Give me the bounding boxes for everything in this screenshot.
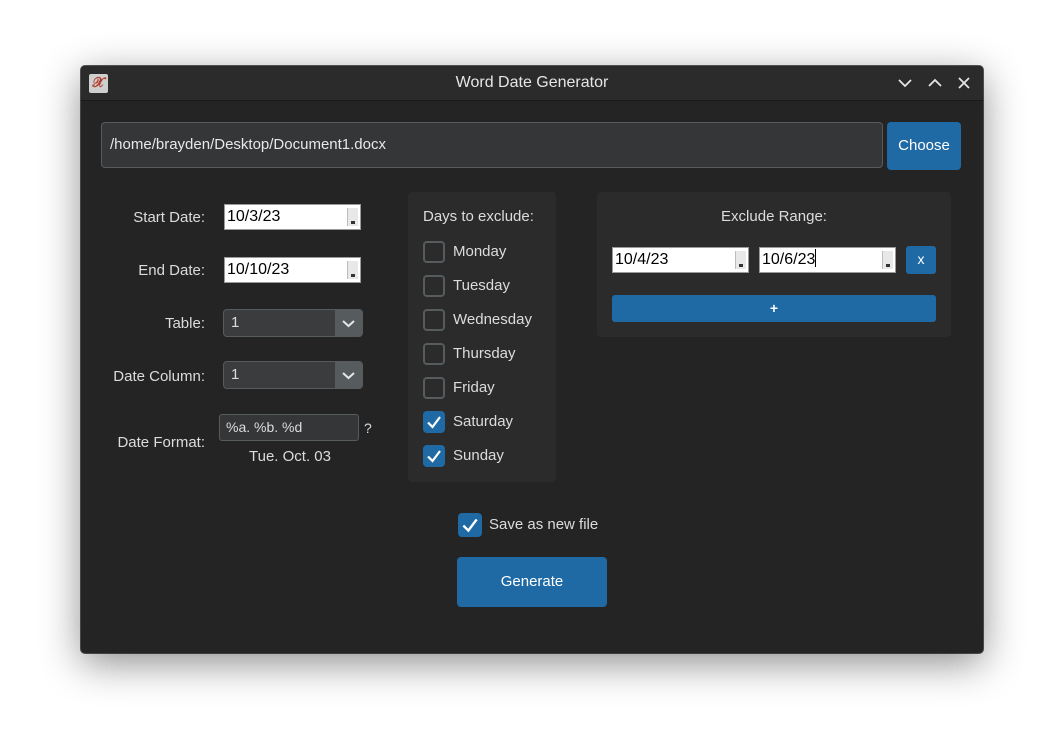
chevron-down-icon [898, 79, 912, 88]
file-path-input[interactable]: /home/brayden/Desktop/Document1.docx [101, 122, 883, 168]
check-icon [462, 518, 478, 533]
text-cursor [815, 249, 817, 267]
table-select-value: 1 [231, 314, 240, 331]
range-from-picker[interactable]: 10/4/23 [612, 247, 749, 273]
day-label: Sunday [453, 447, 504, 464]
chevron-down-icon[interactable] [335, 310, 362, 336]
days-to-exclude-title: Days to exclude: [423, 208, 534, 225]
checkbox[interactable] [423, 309, 445, 331]
start-date-label: Start Date: [133, 209, 205, 226]
end-date-picker[interactable]: 10/10/23 [224, 257, 361, 283]
check-icon [427, 450, 441, 463]
range-to-picker[interactable]: 10/6/23 [759, 247, 896, 273]
add-range-button[interactable]: + [612, 295, 936, 322]
end-date-value: 10/10/23 [227, 261, 290, 278]
exclude-range-title: Exclude Range: [721, 208, 827, 225]
end-date-label: End Date: [138, 262, 205, 279]
exclude-range-panel: Exclude Range: 10/4/23 10/6/23 x + [597, 192, 951, 337]
day-label: Monday [453, 243, 507, 260]
date-format-preview: Tue. Oct. 03 [249, 448, 331, 465]
checkbox[interactable] [423, 377, 445, 399]
date-format-input[interactable]: %a. %b. %d [219, 414, 359, 441]
minimize-button[interactable] [896, 74, 914, 92]
checkbox[interactable] [458, 513, 482, 537]
close-icon [958, 77, 970, 89]
generate-button[interactable]: Generate [457, 557, 607, 607]
maximize-button[interactable] [926, 74, 944, 92]
app-window: 𝒳 Word Date Generator /home/brayden/Desk… [81, 66, 983, 653]
checkbox[interactable] [423, 275, 445, 297]
remove-range-button[interactable]: x [906, 246, 936, 274]
dropdown-arrow-icon[interactable] [735, 251, 746, 269]
date-column-select[interactable]: 1 [223, 361, 363, 389]
title-bar[interactable]: 𝒳 Word Date Generator [81, 66, 983, 101]
range-to-value: 10/6/23 [762, 251, 816, 268]
dropdown-arrow-icon[interactable] [347, 208, 358, 226]
day-label: Thursday [453, 345, 516, 362]
date-column-label: Date Column: [113, 368, 205, 385]
start-date-value: 10/3/23 [227, 208, 281, 225]
day-label: Tuesday [453, 277, 510, 294]
range-from-value: 10/4/23 [615, 251, 669, 268]
checkbox[interactable] [423, 343, 445, 365]
chevron-up-icon [928, 78, 942, 87]
checkbox[interactable] [423, 445, 445, 467]
start-date-picker[interactable]: 10/3/23 [224, 204, 361, 230]
date-format-label: Date Format: [117, 434, 205, 451]
choose-file-button[interactable]: Choose [887, 122, 961, 170]
date-column-select-value: 1 [231, 366, 240, 383]
save-as-new-file-label: Save as new file [489, 516, 599, 533]
day-label: Friday [453, 379, 495, 396]
day-label: Saturday [453, 413, 514, 430]
dropdown-arrow-icon[interactable] [347, 261, 358, 279]
date-format-help[interactable]: ? [364, 420, 372, 436]
close-button[interactable] [955, 74, 973, 92]
table-select[interactable]: 1 [223, 309, 363, 337]
days-to-exclude-panel: Days to exclude: Monday Tuesday Wednesda… [408, 192, 556, 482]
window-title: Word Date Generator [455, 74, 609, 91]
checkbox[interactable] [423, 241, 445, 263]
checkbox[interactable] [423, 411, 445, 433]
dropdown-arrow-icon[interactable] [882, 251, 893, 269]
day-label: Wednesday [453, 311, 532, 328]
check-icon [427, 416, 441, 429]
table-label: Table: [164, 315, 205, 332]
chevron-down-icon[interactable] [335, 362, 362, 388]
